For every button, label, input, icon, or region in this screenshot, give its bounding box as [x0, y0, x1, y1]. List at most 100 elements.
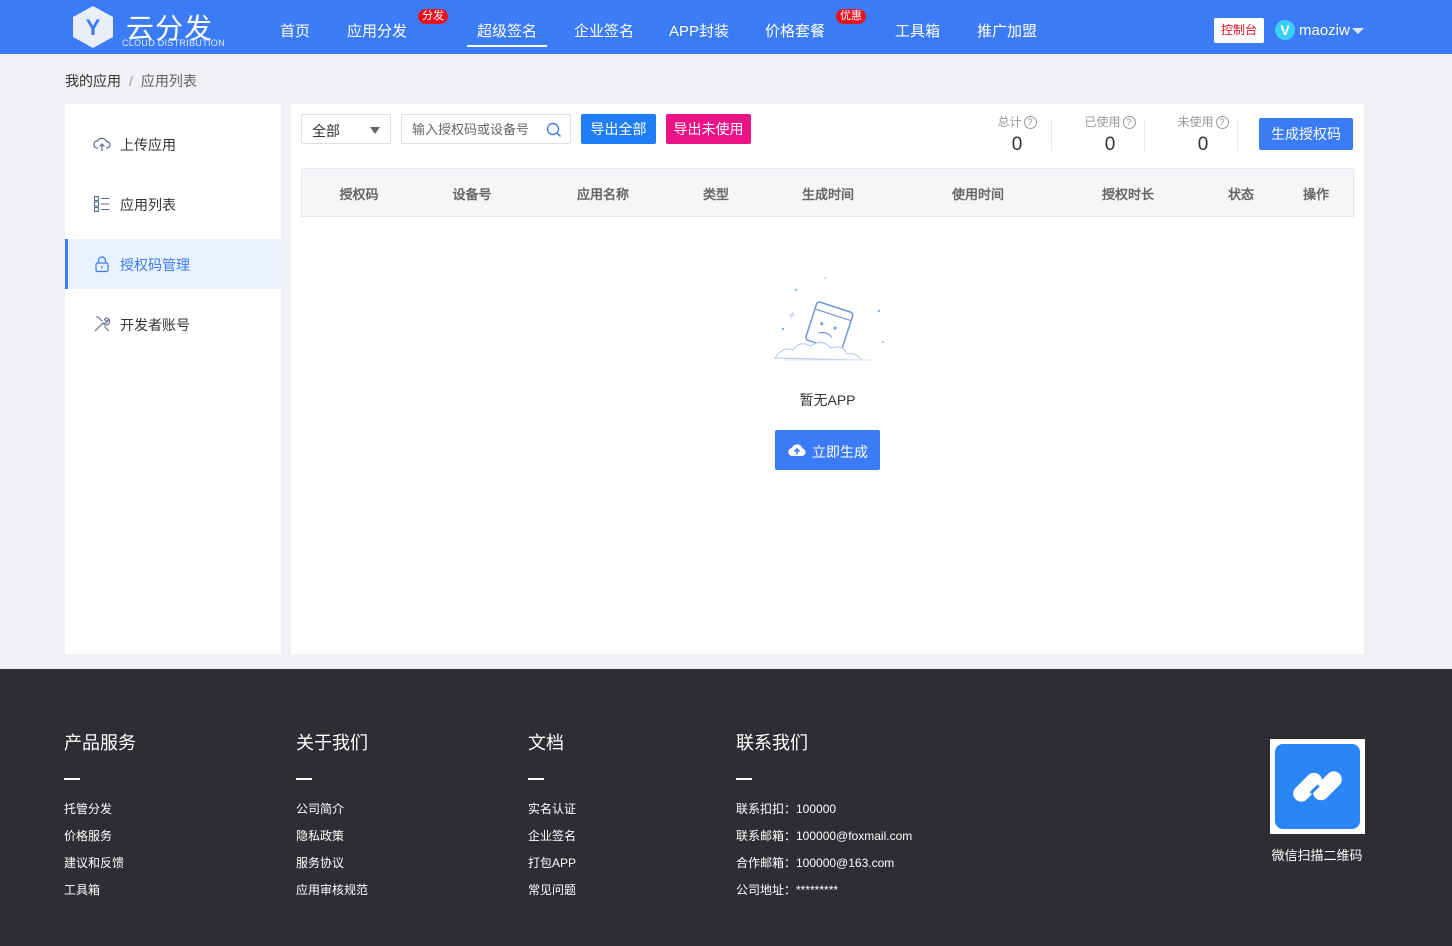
sidebar-item-label: 开发者账号	[120, 317, 190, 333]
sidebar-item-label: 应用列表	[120, 197, 176, 213]
stat-divider	[1237, 119, 1238, 151]
nav-enterprise-signature[interactable]: 企业签名	[574, 20, 634, 41]
sidebar-item-label: 授权码管理	[120, 257, 190, 273]
top-header: Y 云分发 CLOUD DISTRIBUTION 首页 应用分发 分发 超级签名…	[0, 0, 1452, 54]
wechat-qr-code	[1270, 739, 1365, 834]
export-unused-button[interactable]: 导出未使用	[666, 114, 751, 144]
empty-box-icon	[774, 277, 884, 361]
footer: 产品服务 托管分发 价格服务 建议和反馈 工具箱 关于我们 公司简介 隐私政策 …	[0, 669, 1452, 946]
logo-letter: Y	[86, 15, 101, 40]
status-filter-select[interactable]: 全部	[301, 114, 391, 144]
sidebar-item-developer-account[interactable]: 开发者账号	[65, 299, 281, 349]
footer-link[interactable]: 隐私政策	[296, 823, 368, 850]
nav-super-signature[interactable]: 超级签名	[466, 20, 548, 47]
footer-link[interactable]: 实名认证	[528, 796, 576, 823]
sidebar-item-app-list[interactable]: 应用列表	[65, 179, 281, 229]
logo[interactable]: Y 云分发 CLOUD DISTRIBUTION	[70, 5, 230, 49]
nav-pricing[interactable]: 价格套餐	[765, 20, 825, 41]
sidebar-item-label: 上传应用	[120, 137, 176, 153]
breadcrumb-separator: /	[129, 73, 133, 89]
sidebar-item-upload-app[interactable]: 上传应用	[65, 119, 281, 169]
footer-divider	[736, 778, 752, 780]
footer-column-docs: 文档 实名认证 企业签名 打包APP 常见问题	[528, 729, 576, 904]
nav-home[interactable]: 首页	[280, 20, 310, 41]
footer-divider	[296, 778, 312, 780]
stat-label: 已使用	[1084, 115, 1121, 129]
export-all-button[interactable]: 导出全部	[581, 114, 656, 144]
logo-hexagon-icon: Y	[73, 6, 113, 48]
app-logo-icon	[1293, 771, 1342, 802]
footer-link[interactable]: 常见问题	[528, 877, 576, 904]
nav-toolbox[interactable]: 工具箱	[895, 20, 940, 41]
stat-value: 0	[1197, 134, 1209, 155]
footer-column-title: 产品服务	[64, 733, 136, 753]
search-input[interactable]	[402, 115, 542, 143]
stat-divider	[1144, 119, 1145, 151]
generate-now-button[interactable]: 立即生成	[775, 430, 880, 470]
console-button[interactable]: 控制台	[1214, 18, 1264, 43]
footer-link[interactable]: 服务协议	[296, 850, 368, 877]
cloud-upload-icon	[93, 137, 111, 151]
stat-label: 总计	[997, 115, 1022, 129]
sidebar-item-auth-code[interactable]: 授权码管理	[65, 239, 281, 289]
column-header-duration[interactable]: 授权时长	[1102, 184, 1154, 203]
stat-value: 0	[1011, 134, 1023, 155]
footer-link[interactable]: 打包APP	[528, 850, 576, 877]
column-header-app-name[interactable]: 应用名称	[577, 184, 629, 203]
breadcrumb-my-apps[interactable]: 我的应用	[65, 73, 121, 89]
footer-link[interactable]: 工具箱	[64, 877, 136, 904]
breadcrumb: 我的应用 / 应用列表	[65, 71, 197, 91]
nav-affiliate[interactable]: 推广加盟	[977, 20, 1037, 41]
column-header-used-time[interactable]: 使用时间	[952, 184, 1004, 203]
stat-value: 0	[1104, 134, 1116, 155]
help-icon[interactable]: ?	[1023, 116, 1037, 129]
footer-column-contact: 联系我们 联系扣扣：100000 联系邮箱：100000@foxmail.com…	[736, 729, 912, 904]
column-header-status[interactable]: 状态	[1228, 184, 1254, 203]
nav-app-distribution[interactable]: 应用分发	[347, 20, 407, 41]
column-header-actions: 操作	[1302, 187, 1330, 202]
footer-column-products: 产品服务 托管分发 价格服务 建议和反馈 工具箱	[64, 729, 136, 904]
empty-state-text: 暂无APP	[799, 392, 856, 408]
cooperation-email: 合作邮箱：100000@163.com	[736, 856, 895, 870]
contact-qq: 联系扣扣：100000	[736, 802, 837, 816]
footer-column-title: 联系我们	[736, 733, 808, 753]
contact-email: 联系邮箱：100000@foxmail.com	[736, 829, 913, 843]
nav-app-wrap[interactable]: APP封装	[669, 20, 729, 41]
caret-down-icon	[370, 127, 380, 134]
footer-link[interactable]: 应用审核规范	[296, 877, 368, 904]
column-header-auth-code[interactable]: 授权码	[339, 184, 378, 203]
footer-link[interactable]: 建议和反馈	[64, 850, 136, 877]
footer-column-title: 关于我们	[296, 733, 368, 753]
footer-link[interactable]: 价格服务	[64, 823, 136, 850]
search-icon[interactable]	[545, 121, 563, 139]
column-header-device-id[interactable]: 设备号	[452, 184, 491, 203]
footer-divider	[64, 778, 80, 780]
sidebar: 上传应用 应用列表 授权码管理 开发者账号	[65, 104, 281, 654]
lock-icon	[95, 256, 109, 273]
generate-auth-code-button[interactable]: 生成授权码	[1259, 118, 1353, 150]
user-avatar[interactable]: V	[1275, 20, 1295, 40]
footer-column-title: 文档	[528, 733, 564, 753]
cloud-upload-icon	[788, 444, 806, 457]
breadcrumb-app-list: 应用列表	[140, 73, 197, 89]
stat-divider	[1051, 119, 1052, 151]
column-header-created-time[interactable]: 生成时间	[802, 184, 854, 203]
footer-link[interactable]: 公司简介	[296, 796, 368, 823]
chevron-down-icon[interactable]	[1352, 28, 1364, 34]
column-header-type[interactable]: 类型	[703, 184, 729, 203]
status-filter-value: 全部	[312, 123, 340, 139]
footer-link[interactable]: 企业签名	[528, 823, 576, 850]
stat-label: 未使用	[1177, 115, 1214, 129]
tools-icon	[94, 316, 111, 332]
logo-subtitle: CLOUD DISTRIBUTION	[122, 38, 225, 48]
help-icon[interactable]: ?	[1122, 116, 1136, 129]
footer-column-about: 关于我们 公司简介 隐私政策 服务协议 应用审核规范	[296, 729, 368, 904]
help-icon[interactable]: ?	[1215, 116, 1229, 129]
main-panel: 全部 导出全部 导出未使用 总计? 0 已使用? 0 未使用? 0 生成授权码 …	[291, 104, 1364, 654]
username[interactable]: maoziw	[1299, 22, 1350, 39]
search-box	[401, 114, 571, 144]
footer-link[interactable]: 托管分发	[64, 796, 136, 823]
list-icon	[93, 195, 110, 213]
generate-now-label: 立即生成	[812, 444, 868, 460]
company-address: 公司地址：*********	[736, 883, 839, 897]
